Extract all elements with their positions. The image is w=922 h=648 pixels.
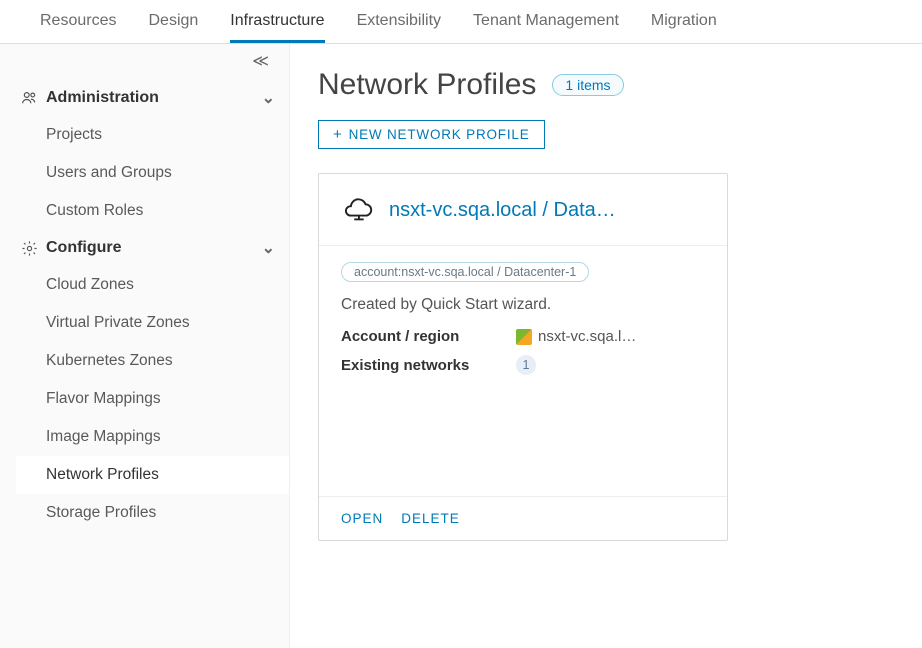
gear-icon xyxy=(20,240,38,257)
sidebar-scroll[interactable]: Administration ⌄ Projects Users and Grou… xyxy=(16,80,289,648)
chevron-down-icon: ⌄ xyxy=(262,88,275,108)
tab-resources[interactable]: Resources xyxy=(40,12,116,43)
tab-infrastructure[interactable]: Infrastructure xyxy=(230,12,324,43)
card-title: nsxt-vc.sqa.local / Data… xyxy=(389,199,616,222)
tab-tenant-management[interactable]: Tenant Management xyxy=(473,12,619,43)
items-count-badge: 1 items xyxy=(552,74,623,96)
existing-networks-label: Existing networks xyxy=(341,357,516,374)
chevron-down-icon: ⌄ xyxy=(262,238,275,258)
sidebar-item-network-profiles[interactable]: Network Profiles xyxy=(16,456,289,494)
account-region-value: nsxt-vc.sqa.l… xyxy=(538,328,636,345)
page-title: Network Profiles xyxy=(318,68,536,102)
top-nav: Resources Design Infrastructure Extensib… xyxy=(0,0,922,44)
main-content: Network Profiles 1 items + NEW NETWORK P… xyxy=(290,44,922,648)
sidebar-item-projects[interactable]: Projects xyxy=(16,116,289,154)
existing-networks-count: 1 xyxy=(516,355,536,375)
account-region-row: Account / region nsxt-vc.sqa.l… xyxy=(341,328,705,345)
sidebar-item-flavor-mappings[interactable]: Flavor Mappings xyxy=(16,380,289,418)
sidebar-section-administration[interactable]: Administration ⌄ xyxy=(16,80,289,116)
open-button[interactable]: OPEN xyxy=(341,511,383,526)
sidebar-item-custom-roles[interactable]: Custom Roles xyxy=(16,192,289,230)
collapse-sidebar-icon[interactable]: ≪ xyxy=(252,51,269,71)
tab-migration[interactable]: Migration xyxy=(651,12,717,43)
sidebar-item-virtual-private-zones[interactable]: Virtual Private Zones xyxy=(16,304,289,342)
plus-icon: + xyxy=(333,127,343,142)
sidebar-item-image-mappings[interactable]: Image Mappings xyxy=(16,418,289,456)
people-icon xyxy=(20,89,38,107)
sidebar-item-kubernetes-zones[interactable]: Kubernetes Zones xyxy=(16,342,289,380)
new-network-profile-button[interactable]: + NEW NETWORK PROFILE xyxy=(318,120,545,149)
new-network-profile-label: NEW NETWORK PROFILE xyxy=(349,127,530,142)
card-header[interactable]: nsxt-vc.sqa.local / Data… xyxy=(319,174,727,246)
sidebar-section-label: Configure xyxy=(46,239,122,257)
vsphere-icon xyxy=(516,329,532,345)
sidebar-section-label: Administration xyxy=(46,89,159,107)
cloud-icon xyxy=(341,194,375,227)
tab-design[interactable]: Design xyxy=(148,12,198,43)
delete-button[interactable]: DELETE xyxy=(401,511,460,526)
network-profile-card: nsxt-vc.sqa.local / Data… account:nsxt-v… xyxy=(318,173,728,541)
card-description: Created by Quick Start wizard. xyxy=(341,296,705,314)
sidebar-item-storage-profiles[interactable]: Storage Profiles xyxy=(16,494,289,532)
sidebar-item-cloud-zones[interactable]: Cloud Zones xyxy=(16,266,289,304)
tab-extensibility[interactable]: Extensibility xyxy=(357,12,441,43)
sidebar-section-configure[interactable]: Configure ⌄ xyxy=(16,230,289,266)
account-tag: account:nsxt-vc.sqa.local / Datacenter-1 xyxy=(341,262,589,282)
existing-networks-row: Existing networks 1 xyxy=(341,355,705,375)
sidebar-item-users-and-groups[interactable]: Users and Groups xyxy=(16,154,289,192)
account-region-label: Account / region xyxy=(341,328,516,345)
sidebar: ≪ Administration ⌄ Projects Users and Gr… xyxy=(0,44,290,648)
